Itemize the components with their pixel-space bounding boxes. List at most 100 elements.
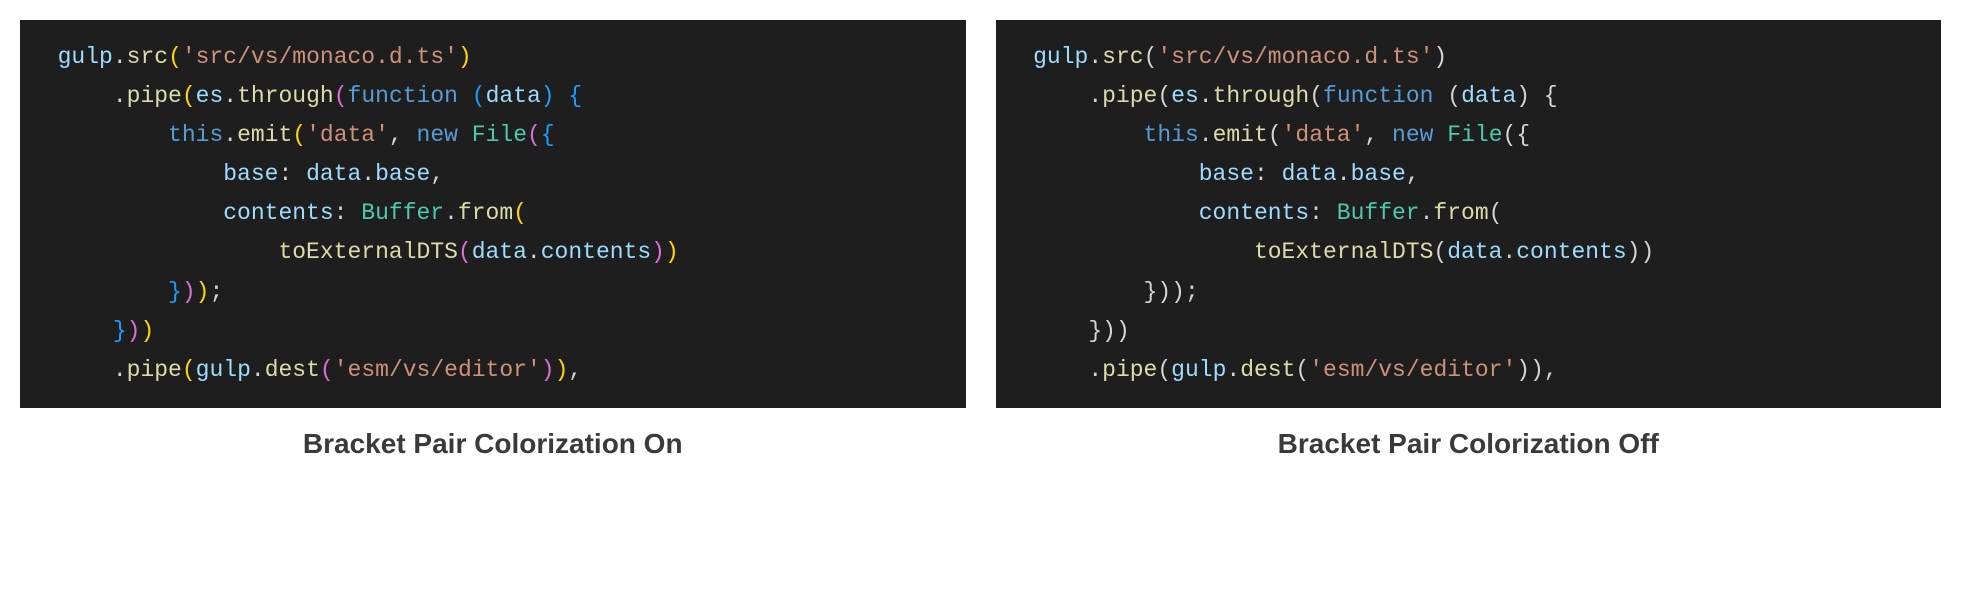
token-dot: . (1088, 44, 1102, 70)
bracket-open: ( (168, 44, 182, 70)
code-line: .pipe(es.through(function (data) { (30, 77, 944, 116)
code-block-on: gulp.src('src/vs/monaco.d.ts') .pipe(es.… (20, 20, 966, 408)
bracket-open: ( (182, 357, 196, 383)
token-keyword: function (1323, 83, 1433, 109)
code-line: this.emit('data', new File({ (1006, 116, 1920, 155)
token-property: base (223, 161, 278, 187)
token-property: contents (1516, 239, 1626, 265)
token-identifier: data (1447, 239, 1502, 265)
bracket-close: ) (1116, 318, 1130, 344)
token-dot: . (1502, 239, 1516, 265)
token-string: 'esm/vs/editor' (334, 357, 541, 383)
bracket-close: ) (1516, 83, 1530, 109)
bracket-open: ( (1489, 200, 1503, 226)
bracket-open: ( (513, 200, 527, 226)
token-class: Buffer (361, 200, 444, 226)
bracket-open: ( (1144, 44, 1158, 70)
bracket-close: ) (1433, 44, 1447, 70)
bracket-open: ( (1295, 357, 1309, 383)
code-line: })); (30, 273, 944, 312)
token-comma: , (1544, 357, 1558, 383)
token-property: contents (541, 239, 651, 265)
bracket-open: ( (1157, 357, 1171, 383)
token-dot: . (1199, 83, 1213, 109)
token-semicolon: ; (209, 279, 223, 305)
token-dot: . (223, 122, 237, 148)
bracket-close: } (1088, 318, 1102, 344)
bracket-open: ( (458, 239, 472, 265)
bracket-close: ) (665, 239, 679, 265)
bracket-open: ( (527, 122, 541, 148)
token-identifier: es (1171, 83, 1199, 109)
token-identifier: gulp (196, 357, 251, 383)
token-comma: , (389, 122, 403, 148)
bracket-open: ( (1268, 122, 1282, 148)
token-method: src (127, 44, 168, 70)
code-line: this.emit('data', new File({ (30, 116, 944, 155)
token-dot: . (113, 83, 127, 109)
code-block-off: gulp.src('src/vs/monaco.d.ts') .pipe(es.… (996, 20, 1942, 408)
token-comma: , (1406, 161, 1420, 187)
token-comma: , (568, 357, 582, 383)
token-colon: : (1309, 200, 1323, 226)
bracket-open: ( (1433, 239, 1447, 265)
bracket-open: ( (334, 83, 348, 109)
token-dot: . (1337, 161, 1351, 187)
code-line: contents: Buffer.from( (30, 194, 944, 233)
bracket-open: { (1544, 83, 1558, 109)
token-identifier: gulp (1171, 357, 1226, 383)
token-class: File (472, 122, 527, 148)
bracket-open: ( (472, 83, 486, 109)
code-line: contents: Buffer.from( (1006, 194, 1920, 233)
token-dot: . (1420, 200, 1434, 226)
bracket-close: ) (1640, 239, 1654, 265)
caption-off: Bracket Pair Colorization Off (1278, 428, 1659, 460)
token-dot: . (113, 357, 127, 383)
token-comma: , (1364, 122, 1378, 148)
token-method: toExternalDTS (278, 239, 457, 265)
token-colon: : (1254, 161, 1268, 187)
comparison-container: gulp.src('src/vs/monaco.d.ts') .pipe(es.… (20, 20, 1941, 460)
bracket-open: { (1516, 122, 1530, 148)
bracket-close: } (1144, 279, 1158, 305)
token-string: 'src/vs/monaco.d.ts' (1157, 44, 1433, 70)
token-property: contents (223, 200, 333, 226)
caption-on: Bracket Pair Colorization On (303, 428, 683, 460)
code-line: toExternalDTS(data.contents)) (30, 233, 944, 272)
code-line: .pipe(gulp.dest('esm/vs/editor')), (1006, 351, 1920, 390)
token-string: 'data' (1282, 122, 1365, 148)
token-method: src (1102, 44, 1143, 70)
token-keyword: function (348, 83, 458, 109)
code-line: })) (30, 312, 944, 351)
bracket-close: ) (1627, 239, 1641, 265)
token-dot: . (223, 83, 237, 109)
token-param: data (486, 83, 541, 109)
token-dot: . (527, 239, 541, 265)
bracket-close: ) (1530, 357, 1544, 383)
code-line: base: data.base, (1006, 155, 1920, 194)
token-property: contents (1199, 200, 1309, 226)
token-identifier: data (472, 239, 527, 265)
panel-colorization-on: gulp.src('src/vs/monaco.d.ts') .pipe(es.… (20, 20, 966, 460)
code-line: base: data.base, (30, 155, 944, 194)
token-this: this (168, 122, 223, 148)
token-method: toExternalDTS (1254, 239, 1433, 265)
token-property: base (1199, 161, 1254, 187)
token-method: through (1213, 83, 1310, 109)
bracket-close: ) (1516, 357, 1530, 383)
token-keyword: new (1392, 122, 1433, 148)
panel-colorization-off: gulp.src('src/vs/monaco.d.ts') .pipe(es.… (996, 20, 1942, 460)
token-param: data (1461, 83, 1516, 109)
token-dot: . (113, 44, 127, 70)
token-dot: . (1088, 83, 1102, 109)
token-keyword: new (417, 122, 458, 148)
token-colon: : (334, 200, 348, 226)
token-string: 'src/vs/monaco.d.ts' (182, 44, 458, 70)
token-identifier: gulp (58, 44, 113, 70)
token-method: emit (237, 122, 292, 148)
token-this: this (1144, 122, 1199, 148)
token-semicolon: ; (1185, 279, 1199, 305)
bracket-open: ( (1309, 83, 1323, 109)
token-method: dest (265, 357, 320, 383)
bracket-open: { (541, 122, 555, 148)
